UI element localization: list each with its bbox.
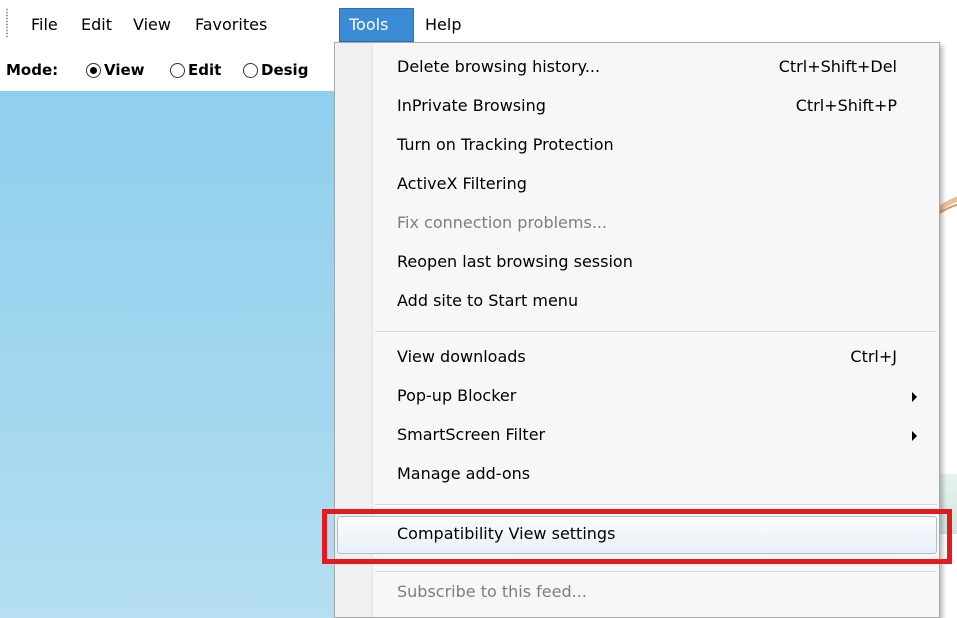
menu-item-label: InPrivate Browsing xyxy=(397,96,546,115)
radio-design[interactable] xyxy=(243,62,258,78)
menu-item-subscribe-to-feed: Subscribe to this feed... xyxy=(337,574,937,612)
mode-option-edit[interactable]: Edit xyxy=(170,59,221,81)
menu-item-reopen-last-session[interactable]: Reopen last browsing session xyxy=(337,244,937,282)
mode-option-design[interactable]: Desig xyxy=(243,59,308,81)
tools-dropdown-menu: Delete browsing history... Ctrl+Shift+De… xyxy=(334,42,940,618)
chevron-right-icon xyxy=(912,392,917,402)
browser-window: File Edit View Favorites Tools Help Mode… xyxy=(0,0,957,618)
mode-option-view[interactable]: View xyxy=(86,59,145,81)
menu-item-view-downloads[interactable]: View downloads Ctrl+J xyxy=(337,339,937,377)
menu-item-activex-filtering[interactable]: ActiveX Filtering xyxy=(337,166,937,204)
menu-item-label: ActiveX Filtering xyxy=(397,174,527,193)
menu-bar-grip xyxy=(6,8,8,38)
page-graphic-fragment xyxy=(938,196,957,215)
menu-item-inprivate-browsing[interactable]: InPrivate Browsing Ctrl+Shift+P xyxy=(337,88,937,126)
menu-separator xyxy=(375,571,937,573)
menu-item-label: Pop-up Blocker xyxy=(397,386,517,405)
menu-item-fix-connection-problems: Fix connection problems... xyxy=(337,205,937,243)
menu-item-popup-blocker[interactable]: Pop-up Blocker xyxy=(337,378,937,416)
menu-item-compatibility-view-settings[interactable]: Compatibility View settings xyxy=(337,516,937,554)
menu-item-shortcut: Ctrl+J xyxy=(850,347,897,366)
menu-item-add-site-to-start[interactable]: Add site to Start menu xyxy=(337,283,937,321)
mode-option-label: Edit xyxy=(188,61,222,79)
menu-separator xyxy=(375,331,937,333)
page-content-background xyxy=(0,91,340,618)
mode-option-label: View xyxy=(104,61,145,79)
mode-option-label: Desig xyxy=(261,61,309,79)
page-image-fragment xyxy=(938,474,957,534)
mode-bar: Mode: View Edit Desig xyxy=(0,49,340,91)
menu-item-delete-browsing-history[interactable]: Delete browsing history... Ctrl+Shift+De… xyxy=(337,49,937,87)
menu-item-label: Delete browsing history... xyxy=(397,57,601,76)
menu-item-label: Reopen last browsing session xyxy=(397,252,633,271)
menu-separator xyxy=(375,504,937,506)
chevron-right-icon xyxy=(912,431,917,441)
menu-edit[interactable]: Edit xyxy=(72,8,121,42)
menu-favorites[interactable]: Favorites xyxy=(186,8,276,42)
menu-help[interactable]: Help xyxy=(416,8,470,42)
radio-view[interactable] xyxy=(86,62,101,78)
menu-item-shortcut: Ctrl+Shift+P xyxy=(795,96,897,115)
menu-item-label: View downloads xyxy=(397,347,526,366)
menu-item-label: Manage add-ons xyxy=(397,464,531,483)
menu-item-shortcut: Ctrl+Shift+Del xyxy=(778,57,897,76)
mode-label: Mode: xyxy=(6,61,59,79)
menu-item-smartscreen-filter[interactable]: SmartScreen Filter xyxy=(337,417,937,455)
menu-item-label: Subscribe to this feed... xyxy=(397,582,587,601)
menu-item-label: Fix connection problems... xyxy=(397,213,608,232)
radio-edit[interactable] xyxy=(170,62,185,78)
menu-item-label: SmartScreen Filter xyxy=(397,425,546,444)
menu-item-label: Compatibility View settings xyxy=(397,524,616,543)
menu-item-tracking-protection[interactable]: Turn on Tracking Protection xyxy=(337,127,937,165)
menu-item-label: Turn on Tracking Protection xyxy=(397,135,614,154)
menu-file[interactable]: File xyxy=(22,8,67,42)
menu-item-manage-addons[interactable]: Manage add-ons xyxy=(337,456,937,494)
menu-tools[interactable]: Tools xyxy=(339,8,414,42)
menu-view[interactable]: View xyxy=(124,8,180,42)
menu-item-label: Add site to Start menu xyxy=(397,291,579,310)
